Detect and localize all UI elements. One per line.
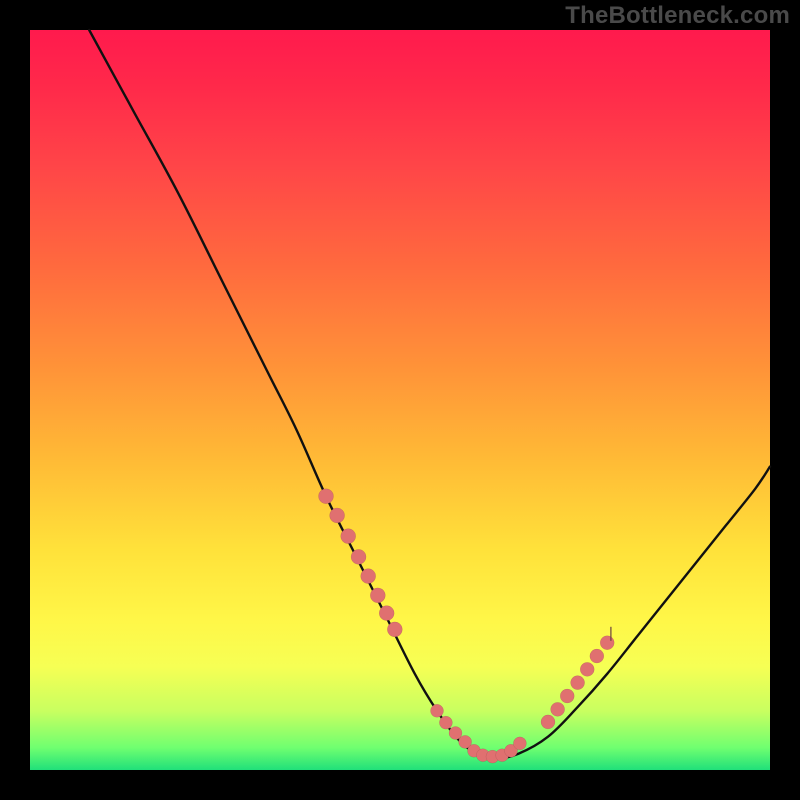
data-point — [351, 549, 366, 564]
watermark-text: TheBottleneck.com — [565, 2, 790, 30]
data-point — [330, 508, 345, 523]
data-point — [580, 662, 594, 676]
data-point — [560, 689, 574, 703]
data-point — [431, 704, 444, 717]
data-point — [571, 676, 585, 690]
data-point — [361, 569, 376, 584]
data-point — [551, 702, 565, 716]
data-point — [370, 588, 385, 603]
curve-line — [89, 30, 770, 758]
data-point — [387, 622, 402, 637]
plot-area — [30, 30, 770, 770]
data-point — [379, 606, 394, 621]
data-point — [319, 489, 334, 504]
chart-svg — [30, 30, 770, 770]
data-markers — [319, 489, 615, 763]
data-point — [590, 649, 604, 663]
data-point — [439, 716, 452, 729]
data-point — [600, 636, 614, 650]
data-point — [541, 715, 555, 729]
data-point — [513, 737, 526, 750]
outer-frame: TheBottleneck.com — [0, 0, 800, 800]
data-point — [341, 529, 356, 544]
